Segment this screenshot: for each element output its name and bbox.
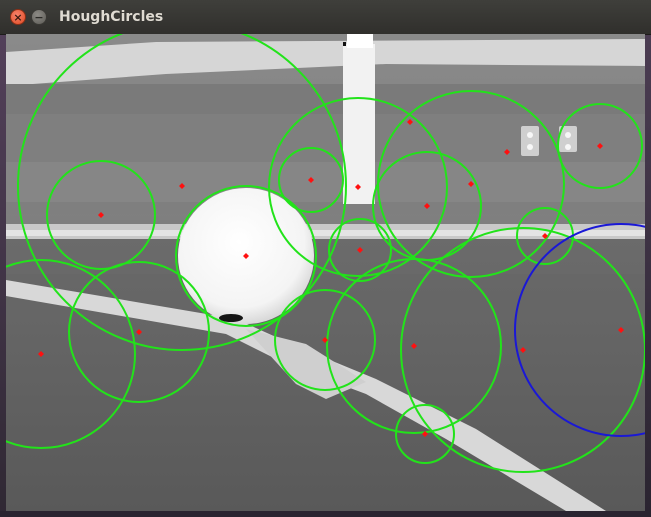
close-icon[interactable]: ×: [10, 9, 26, 25]
window-title: HoughCircles: [59, 9, 164, 25]
image-canvas: [6, 34, 645, 511]
hough-image: [6, 34, 645, 511]
minimize-icon[interactable]: −: [31, 9, 47, 25]
window-titlebar[interactable]: × − HoughCircles: [0, 0, 651, 35]
desktop-right-edge: [645, 34, 651, 517]
desktop-bottom-edge: [0, 511, 651, 517]
